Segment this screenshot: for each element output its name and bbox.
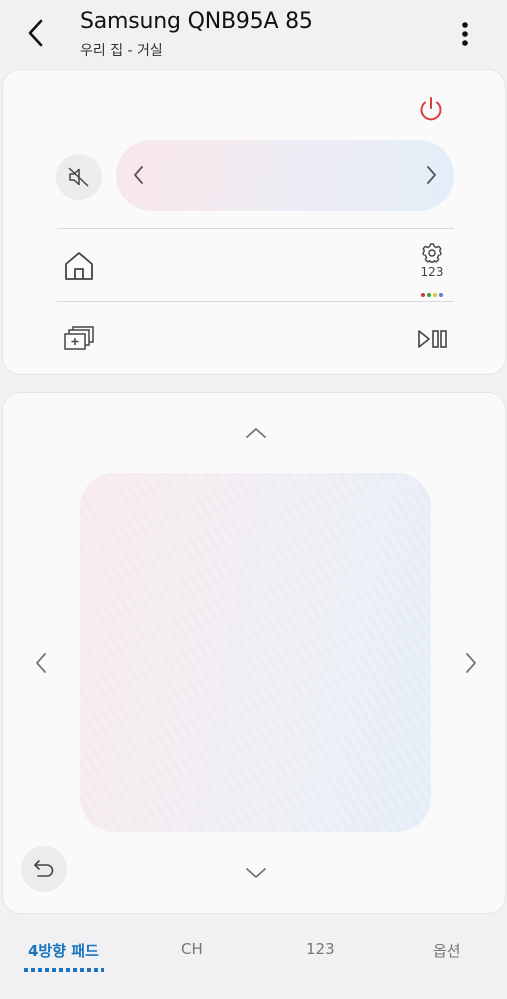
color-keys-indicator — [419, 282, 447, 297]
chevron-left-icon — [134, 166, 143, 184]
back-button[interactable] — [22, 16, 52, 50]
volume-up-button[interactable] — [420, 160, 442, 190]
play-pause-icon — [418, 330, 447, 348]
mute-icon — [68, 167, 89, 187]
pad-down-button[interactable] — [242, 862, 270, 884]
divider — [57, 228, 454, 229]
settings-number-label: 123 — [420, 265, 444, 279]
active-tab-indicator — [24, 968, 104, 972]
volume-down-button[interactable] — [128, 160, 150, 190]
tab-options[interactable]: 옵션 — [433, 940, 461, 961]
chevron-right-icon — [466, 653, 476, 673]
tab-123[interactable]: 123 — [306, 940, 335, 958]
home-icon — [65, 252, 93, 280]
app-header: Samsung QNB95A 85 우리 집 - 거실 — [0, 0, 507, 66]
play-pause-button[interactable] — [414, 324, 450, 354]
pad-left-button[interactable] — [30, 650, 52, 676]
mute-button[interactable] — [56, 154, 102, 200]
chevron-left-icon — [36, 653, 46, 673]
pad-up-button[interactable] — [242, 422, 270, 444]
source-button[interactable] — [62, 324, 96, 354]
volume-control — [116, 140, 454, 211]
chevron-right-icon — [427, 166, 436, 184]
return-icon — [34, 860, 54, 877]
chevron-down-icon — [246, 868, 266, 878]
chevron-up-icon — [246, 428, 266, 438]
chevron-left-icon — [28, 19, 43, 47]
pad-right-button[interactable] — [460, 650, 482, 676]
power-icon — [420, 97, 442, 121]
return-button[interactable] — [21, 846, 67, 892]
settings-button[interactable]: 123 — [412, 242, 452, 297]
tab-4way-pad[interactable]: 4방향 패드 — [28, 940, 99, 961]
tab-ch[interactable]: CH — [181, 940, 203, 958]
device-title: Samsung QNB95A 85 — [80, 9, 313, 34]
gear-icon — [422, 243, 442, 263]
home-button[interactable] — [60, 247, 98, 285]
power-button[interactable] — [414, 92, 448, 126]
divider — [57, 301, 454, 302]
more-options-button[interactable] — [452, 18, 478, 50]
bottom-tab-bar: 4방향 패드 CH 123 옵션 — [0, 924, 507, 999]
device-location: 우리 집 - 거실 — [80, 43, 163, 59]
source-icon — [64, 326, 94, 350]
touchpad[interactable] — [80, 473, 431, 832]
more-vertical-icon — [462, 22, 468, 46]
